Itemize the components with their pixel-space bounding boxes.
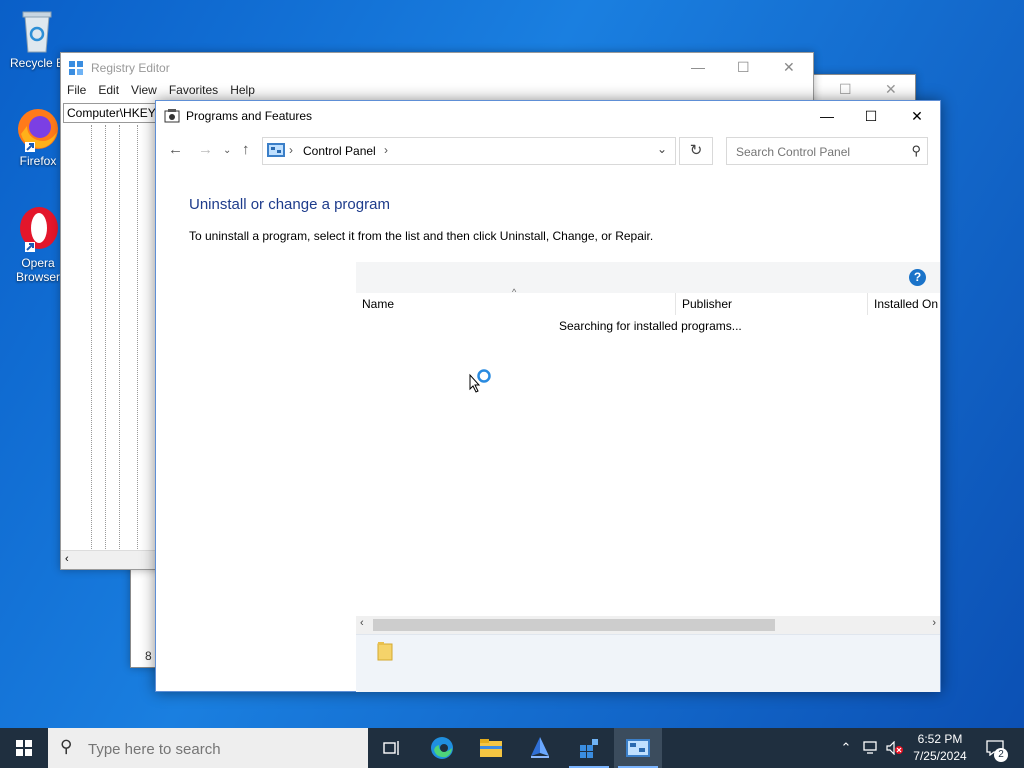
registry-title: Registry Editor (91, 61, 170, 75)
taskbar-search-input[interactable] (86, 738, 350, 760)
tree-guide (119, 125, 121, 549)
desktop-icon-label: Firefox (19, 154, 57, 168)
taskbar-search-box[interactable]: ⚲ (48, 728, 368, 768)
registry-address-bar[interactable]: Computer\HKEY_ (63, 103, 163, 123)
refresh-button[interactable]: ↻ (679, 137, 713, 165)
scroll-left-icon[interactable]: ‹ (65, 553, 69, 565)
folder-icon (480, 739, 502, 757)
taskbar-control-panel[interactable] (614, 728, 662, 768)
edge-icon (431, 737, 453, 759)
recent-chevron-icon[interactable]: ⌄ (223, 145, 231, 156)
taskbar-registry-editor[interactable] (565, 728, 613, 768)
maximize-icon[interactable]: ☐ (839, 81, 852, 98)
show-hidden-icons-icon[interactable]: ⌃ (836, 728, 856, 768)
navigation-bar: ← → ⌄ ↑ › Control Panel › ⌄ ↻ ⚲ (156, 135, 940, 167)
search-icon: ⚲ (911, 143, 921, 158)
clock-time: 6:52 PM (917, 732, 963, 746)
network-icon-glyph (863, 741, 877, 754)
desktop-icon-label: Recycle B (9, 56, 65, 70)
address-bar[interactable]: › Control Panel › ⌄ (262, 137, 676, 165)
desktop-icon-label: Opera Browser (15, 256, 60, 284)
column-headers: ^ Name Publisher Installed On (356, 287, 940, 315)
menu-file[interactable]: File (67, 83, 86, 103)
firefox-icon (18, 109, 58, 152)
close-icon[interactable]: ✕ (885, 81, 897, 98)
search-box[interactable]: ⚲ (726, 137, 928, 165)
volume-muted-icon[interactable] (884, 728, 906, 768)
close-icon: ✕ (911, 107, 923, 124)
page-title: Uninstall or change a program (189, 196, 390, 213)
scrollbar-thumb[interactable] (373, 619, 775, 631)
menu-view[interactable]: View (131, 83, 157, 103)
tree-guide (105, 125, 107, 549)
programs-and-features-window[interactable]: Programs and Features — ☐ ✕ ← → ⌄ ↑ › Co… (155, 100, 941, 692)
notification-center-button[interactable]: 2 (980, 728, 1010, 768)
sail-app-icon (531, 737, 549, 758)
programs-titlebar: Programs and Features — ☐ ✕ (156, 101, 940, 131)
breadcrumb-control-panel[interactable]: Control Panel (303, 144, 376, 158)
help-icon[interactable]: ? (909, 269, 926, 286)
program-list-horizontal-scrollbar[interactable]: ‹ › (356, 616, 940, 634)
maximize-icon: ☐ (864, 107, 878, 124)
taskbar-file-explorer[interactable] (467, 728, 515, 768)
windows-logo-icon (16, 740, 32, 756)
notification-count-badge: 2 (994, 748, 1008, 762)
task-view-icon (383, 741, 399, 755)
searching-status: Searching for installed programs... (559, 319, 742, 333)
start-button[interactable] (0, 728, 48, 768)
column-divider[interactable] (675, 293, 676, 315)
control-panel-icon (164, 109, 180, 123)
column-header-publisher[interactable]: Publisher (682, 297, 732, 311)
scroll-left-icon[interactable]: ‹ (360, 617, 364, 629)
registry-icon (580, 739, 598, 758)
taskbar: ⚲ Type here to search ⌃ 6:52 PM 7/25/202… (0, 728, 1024, 768)
refresh-icon: ↻ (689, 142, 703, 159)
minimize-icon[interactable]: — (691, 59, 705, 75)
maximize-button[interactable]: ☐ (848, 101, 894, 131)
column-header-installed-on[interactable]: Installed On (874, 297, 938, 311)
folder-icon (377, 642, 393, 661)
taskbar-edge[interactable] (418, 728, 466, 768)
system-clock[interactable]: 6:52 PM 7/25/2024 (905, 731, 975, 765)
speaker-muted-icon (886, 741, 903, 755)
recycle-bin-icon (22, 11, 52, 53)
address-dropdown-icon[interactable]: ⌄ (657, 142, 667, 156)
task-view-button[interactable] (368, 728, 416, 768)
minimize-button[interactable]: — (804, 101, 850, 131)
up-arrow-icon[interactable]: ↑ (242, 141, 250, 158)
forward-arrow-icon[interactable]: → (198, 141, 213, 158)
control-panel-small-icon (267, 143, 285, 157)
breadcrumb-separator-icon: › (289, 143, 293, 157)
control-panel-icon (626, 739, 650, 757)
scroll-right-icon[interactable]: › (932, 617, 936, 629)
maximize-icon[interactable]: ☐ (737, 59, 750, 76)
registry-horizontal-scrollbar[interactable]: ‹ (61, 550, 155, 569)
opera-icon (20, 207, 58, 252)
busy-cursor-icon (469, 369, 491, 393)
details-pane (356, 634, 940, 692)
menu-edit[interactable]: Edit (98, 83, 119, 103)
window-title: Programs and Features (186, 109, 313, 123)
registry-icon (69, 61, 83, 75)
sort-ascending-icon: ^ (512, 287, 517, 297)
network-icon[interactable] (860, 728, 882, 768)
search-input[interactable] (734, 140, 908, 164)
tree-guide (137, 125, 139, 549)
column-header-name[interactable]: Name (362, 297, 394, 311)
back-arrow-icon[interactable]: ← (168, 141, 183, 158)
page-description: To uninstall a program, select it from t… (189, 229, 654, 243)
close-button[interactable]: ✕ (894, 101, 940, 131)
close-icon[interactable]: ✕ (783, 59, 795, 76)
breadcrumb-chevron-icon[interactable]: › (384, 143, 388, 157)
tree-guide (91, 125, 93, 549)
minimize-icon: — (820, 108, 834, 124)
program-list-toolbar: ? (356, 262, 940, 293)
column-divider[interactable] (867, 293, 868, 315)
clock-date: 7/25/2024 (913, 749, 967, 763)
search-icon: ⚲ (60, 737, 73, 756)
registry-tree[interactable] (61, 125, 155, 549)
taskbar-app-sail[interactable] (516, 728, 564, 768)
